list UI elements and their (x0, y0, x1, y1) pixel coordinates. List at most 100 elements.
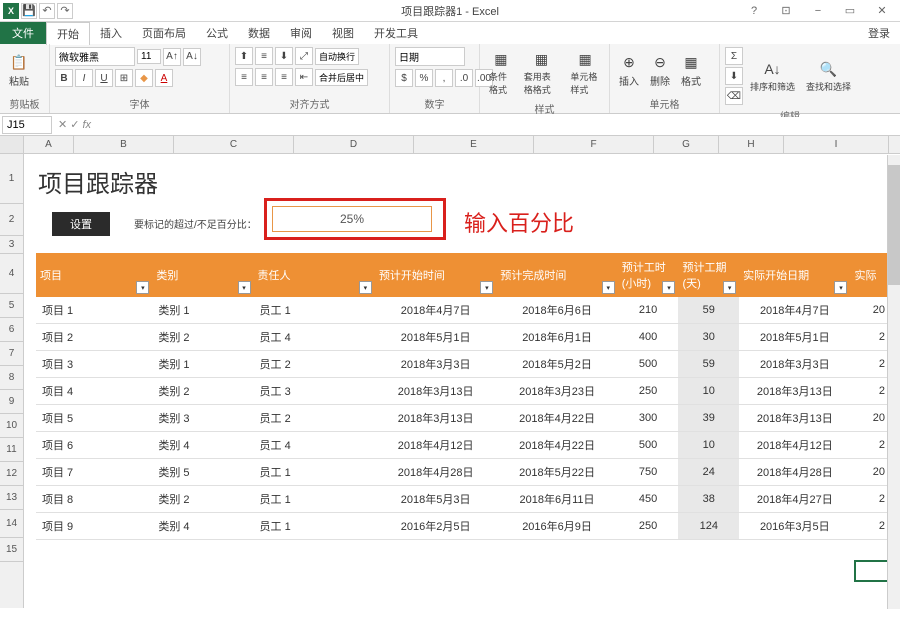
filter-icon[interactable]: ▾ (602, 281, 615, 294)
cell-project[interactable]: 项目 6 (36, 432, 152, 459)
cell-est-start[interactable]: 2018年3月3日 (375, 351, 496, 378)
signin-link[interactable]: 登录 (868, 25, 900, 41)
cell-project[interactable]: 项目 5 (36, 405, 152, 432)
tab-file[interactable]: 文件 (0, 22, 46, 44)
cell-est-start[interactable]: 2018年3月13日 (375, 378, 496, 405)
row-header[interactable]: 3 (0, 236, 23, 254)
cell-hours[interactable]: 500 (618, 432, 679, 459)
cancel-formula-icon[interactable]: ✕ (58, 118, 67, 131)
cell-person[interactable]: 员工 2 (254, 351, 375, 378)
row-header[interactable]: 2 (0, 204, 23, 236)
increase-font-icon[interactable]: A↑ (163, 48, 181, 66)
delete-cell-button[interactable]: ⊖删除 (646, 50, 674, 90)
select-all-corner[interactable] (0, 136, 24, 153)
table-row[interactable]: 项目 7类别 5员工 12018年4月28日2018年5月22日75024201… (36, 459, 891, 486)
cell-person[interactable]: 员工 1 (254, 459, 375, 486)
tab-home[interactable]: 开始 (46, 22, 90, 45)
cell-project[interactable]: 项目 9 (36, 513, 152, 540)
cell-category[interactable]: 类别 3 (152, 405, 253, 432)
cell-category[interactable]: 类别 2 (152, 324, 253, 351)
vertical-scrollbar[interactable] (887, 155, 900, 609)
name-box[interactable]: J15 (2, 116, 52, 134)
formula-input[interactable] (95, 117, 900, 133)
cell-style-button[interactable]: ▦单元格样式 (566, 47, 604, 98)
cell-act-start[interactable]: 2018年4月7日 (739, 297, 850, 324)
align-middle-icon[interactable]: ≡ (255, 47, 273, 65)
col-header[interactable]: C (174, 136, 294, 153)
cell-hours[interactable]: 400 (618, 324, 679, 351)
cell-act-end[interactable]: 2 (850, 486, 891, 513)
cell-act-start[interactable]: 2018年4月27日 (739, 486, 850, 513)
col-header[interactable]: H (719, 136, 784, 153)
cell-act-start[interactable]: 2018年3月13日 (739, 378, 850, 405)
number-format-combo[interactable]: 日期 (395, 47, 465, 66)
align-left-icon[interactable]: ≡ (235, 68, 253, 86)
cell-act-start[interactable]: 2018年4月28日 (739, 459, 850, 486)
bold-button[interactable]: B (55, 69, 73, 87)
cell-est-end[interactable]: 2018年3月23日 (496, 378, 617, 405)
find-select-button[interactable]: 🔍查找和选择 (802, 57, 855, 95)
row-header[interactable]: 10 (0, 414, 23, 438)
insert-cell-button[interactable]: ⊕插入 (615, 50, 643, 90)
undo-icon[interactable]: ↶ (39, 3, 55, 19)
font-size-combo[interactable]: 11 (137, 49, 161, 64)
redo-icon[interactable]: ↷ (57, 3, 73, 19)
help-icon[interactable]: ? (742, 5, 766, 17)
align-center-icon[interactable]: ≡ (255, 68, 273, 86)
cell-est-start[interactable]: 2018年5月1日 (375, 324, 496, 351)
cell-days[interactable]: 10 (678, 378, 739, 405)
tab-dev[interactable]: 开发工具 (364, 22, 428, 44)
cell-est-start[interactable]: 2018年4月12日 (375, 432, 496, 459)
align-bottom-icon[interactable]: ⬇ (275, 47, 293, 65)
cond-format-button[interactable]: ▦条件格式 (485, 47, 517, 98)
filter-icon[interactable]: ▾ (480, 281, 493, 294)
row-header[interactable]: 14 (0, 510, 23, 538)
cell-days[interactable]: 124 (678, 513, 739, 540)
filter-icon[interactable]: ▾ (359, 281, 372, 294)
merge-button[interactable]: 合并后居中 (315, 69, 368, 86)
setup-button[interactable]: 设置 (52, 212, 110, 236)
col-header[interactable]: E (414, 136, 534, 153)
row-header[interactable]: 8 (0, 366, 23, 390)
row-header[interactable]: 9 (0, 390, 23, 414)
cell-project[interactable]: 项目 1 (36, 297, 152, 324)
table-row[interactable]: 项目 1类别 1员工 12018年4月7日2018年6月6日210592018年… (36, 297, 891, 324)
cell-hours[interactable]: 250 (618, 378, 679, 405)
cell-hours[interactable]: 250 (618, 513, 679, 540)
font-name-combo[interactable]: 微软雅黑 (55, 47, 135, 66)
cell-est-end[interactable]: 2016年6月9日 (496, 513, 617, 540)
cell-est-end[interactable]: 2018年4月22日 (496, 405, 617, 432)
cell-category[interactable]: 类别 1 (152, 351, 253, 378)
comma-icon[interactable]: , (435, 69, 453, 87)
cell-est-end[interactable]: 2018年6月6日 (496, 297, 617, 324)
sort-filter-button[interactable]: A↓排序和筛选 (746, 57, 799, 95)
cell-hours[interactable]: 210 (618, 297, 679, 324)
cell-person[interactable]: 员工 3 (254, 378, 375, 405)
cell-days[interactable]: 59 (678, 351, 739, 378)
cell-act-end[interactable]: 2 (850, 351, 891, 378)
scrollbar-thumb[interactable] (888, 165, 900, 285)
row-header[interactable]: 15 (0, 538, 23, 562)
align-right-icon[interactable]: ≡ (275, 68, 293, 86)
align-top-icon[interactable]: ⬆ (235, 47, 253, 65)
row-header[interactable]: 12 (0, 462, 23, 486)
clear-icon[interactable]: ⌫ (725, 87, 743, 105)
cell-project[interactable]: 项目 8 (36, 486, 152, 513)
cell-person[interactable]: 员工 4 (254, 324, 375, 351)
worksheet[interactable]: 项目跟踪器 设置 要标记的超过/不足百分比： 25% 输入百分比 项目▾ 类别▾… (24, 154, 900, 608)
cell-person[interactable]: 员工 2 (254, 405, 375, 432)
cell-days[interactable]: 59 (678, 297, 739, 324)
row-header[interactable]: 1 (0, 154, 23, 204)
cell-act-end[interactable]: 20 (850, 405, 891, 432)
decimal-inc-icon[interactable]: .0 (455, 69, 473, 87)
row-header[interactable]: 4 (0, 254, 23, 294)
cell-category[interactable]: 类别 2 (152, 486, 253, 513)
col-header[interactable]: I (784, 136, 889, 153)
underline-button[interactable]: U (95, 69, 113, 87)
table-row[interactable]: 项目 6类别 4员工 42018年4月12日2018年4月22日50010201… (36, 432, 891, 459)
cell-days[interactable]: 39 (678, 405, 739, 432)
cell-project[interactable]: 项目 4 (36, 378, 152, 405)
ribbon-toggle-icon[interactable]: ⊡ (774, 4, 798, 17)
col-header[interactable]: G (654, 136, 719, 153)
tab-view[interactable]: 视图 (322, 22, 364, 44)
